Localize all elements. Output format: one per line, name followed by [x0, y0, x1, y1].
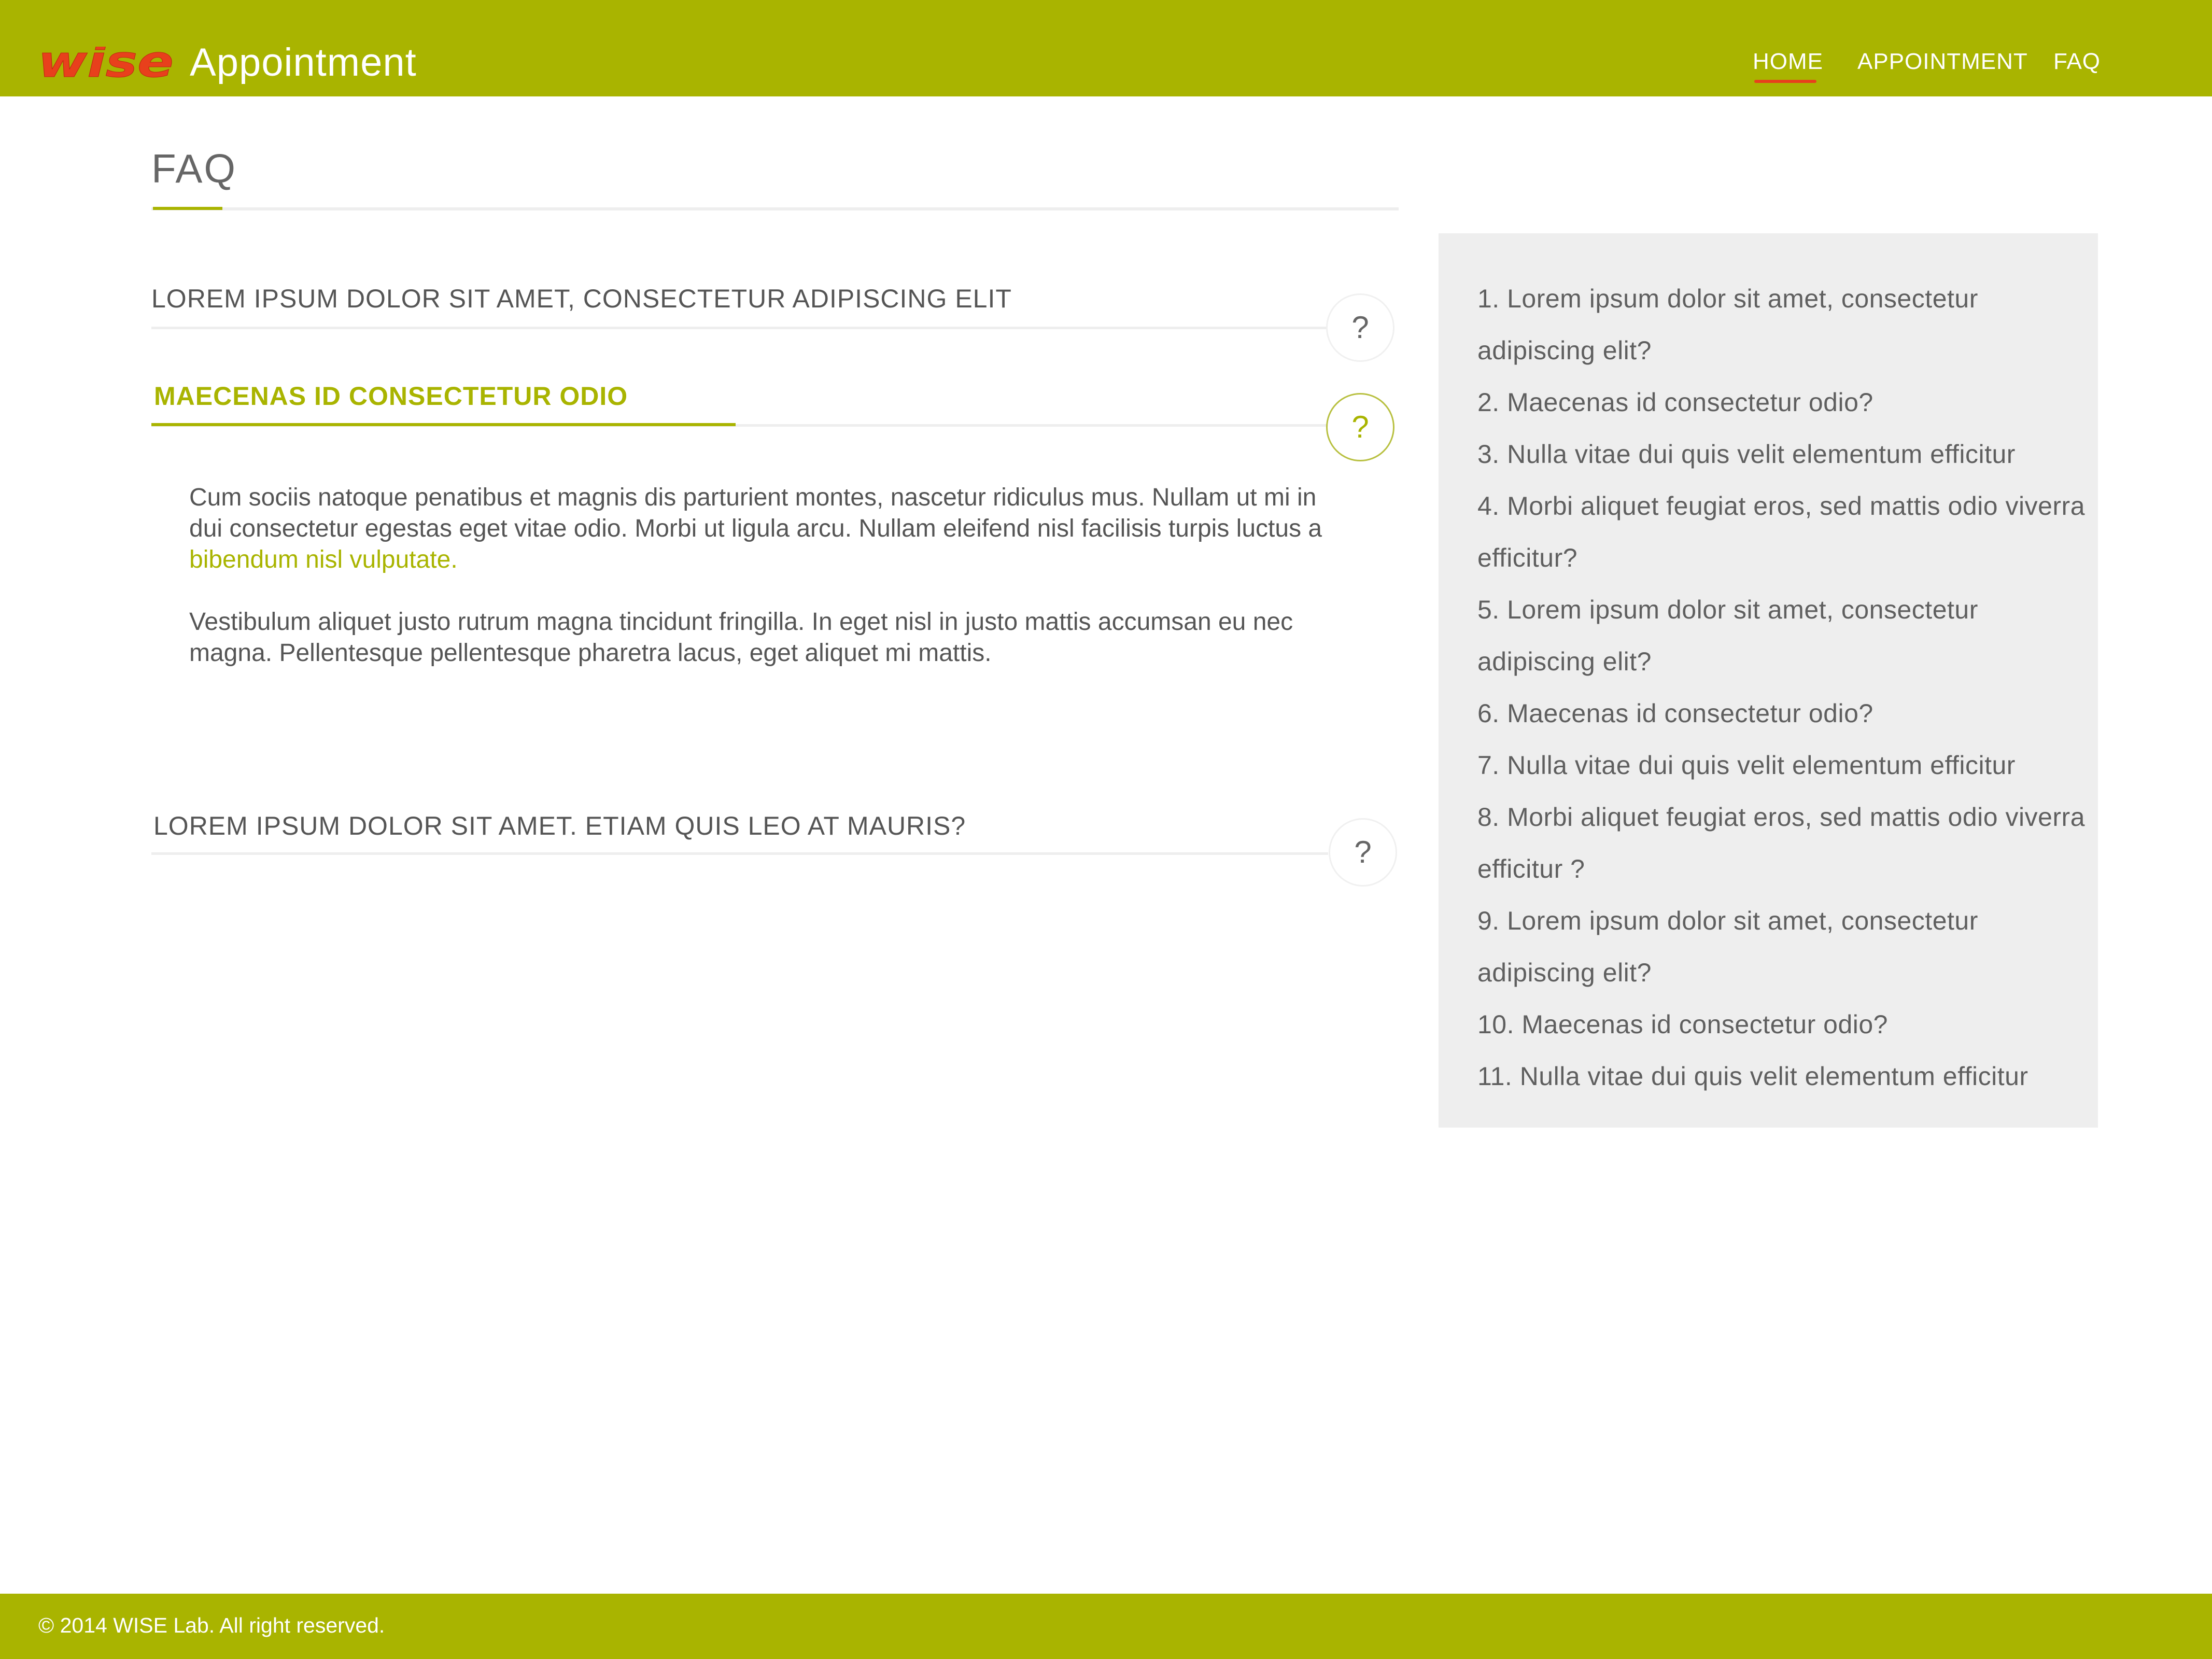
faq-toggle-3-question-icon[interactable]: ? [1329, 818, 1397, 887]
faq-index-item[interactable]: 7. Nulla vitae dui quis velit elementum … [1477, 739, 2089, 791]
faq-question-3[interactable]: LOREM IPSUM DOLOR SIT AMET. ETIAM QUIS L… [153, 810, 966, 841]
faq-question-2[interactable]: MAECENAS ID CONSECTETUR ODIO [154, 381, 628, 412]
faq-index-item[interactable]: 6. Maecenas id consectetur odio? [1477, 687, 2089, 739]
title-divider [151, 207, 1399, 210]
faq-index-item[interactable]: 4. Morbi aliquet feugiat eros, sed matti… [1477, 480, 2089, 584]
faq-answer-link[interactable]: bibendum nisl vulputate. [189, 546, 458, 573]
nav-appointment-link[interactable]: APPOINTMENT [1857, 49, 2028, 86]
faq-divider-3 [151, 852, 1328, 855]
wise-logo[interactable]: wise [38, 47, 174, 81]
faq-index-item[interactable]: 11. Nulla vitae dui quis velit elementum… [1477, 1050, 2089, 1102]
faq-index-item[interactable]: 1. Lorem ipsum dolor sit amet, consectet… [1477, 273, 2089, 376]
faq-question-1[interactable]: LOREM IPSUM DOLOR SIT AMET, CONSECTETUR … [151, 283, 1012, 314]
app-title: Appointment [190, 40, 417, 85]
faq-answer-paragraph-2: Vestibulum aliquet justo rutrum magna ti… [189, 608, 1293, 667]
nav-faq-link[interactable]: FAQ [2053, 49, 2101, 86]
page-title: FAQ [151, 146, 237, 191]
faq-toggle-2-question-icon[interactable]: ? [1326, 393, 1394, 461]
faq-index-item[interactable]: 8. Morbi aliquet feugiat eros, sed matti… [1477, 791, 2089, 895]
faq-index-item[interactable]: 5. Lorem ipsum dolor sit amet, consectet… [1477, 584, 2089, 687]
faq-answer-text: Cum sociis natoque penatibus et magnis d… [189, 484, 1322, 542]
faq-index-item[interactable]: 2. Maecenas id consectetur odio? [1477, 376, 2089, 428]
faq-active-underline [151, 423, 736, 426]
faq-answer-paragraph-1: Cum sociis natoque penatibus et magnis d… [189, 482, 1330, 575]
faq-index-list: 1. Lorem ipsum dolor sit amet, consectet… [1477, 273, 2089, 1102]
footer-copyright: © 2014 WISE Lab. All right reserved. [38, 1613, 385, 1637]
faq-index-item[interactable]: 3. Nulla vitae dui quis velit elementum … [1477, 428, 2089, 480]
faq-toggle-1-question-icon[interactable]: ? [1326, 293, 1394, 362]
logo-wordmark: wise [38, 47, 174, 81]
faq-divider-1 [151, 327, 1328, 329]
nav-active-indicator [1754, 80, 1816, 83]
title-accent-underline [153, 207, 222, 210]
faq-index-item[interactable]: 9. Lorem ipsum dolor sit amet, consectet… [1477, 895, 2089, 999]
faq-index-item[interactable]: 10. Maecenas id consectetur odio? [1477, 999, 2089, 1050]
